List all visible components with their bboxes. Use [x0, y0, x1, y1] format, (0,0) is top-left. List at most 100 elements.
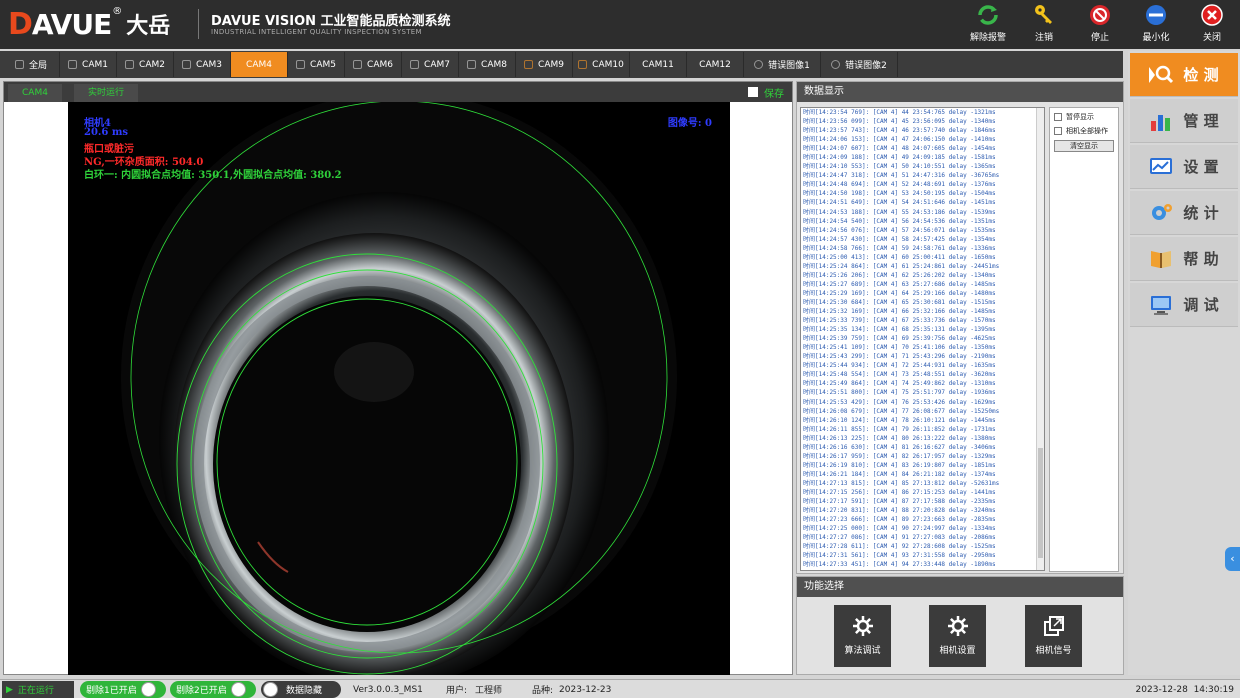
camera-settings-button[interactable]: 相机设置 — [929, 605, 986, 667]
camera-icon — [524, 60, 534, 69]
clear-display-button[interactable]: 清空显示 — [1054, 140, 1114, 152]
camera-icon — [68, 60, 78, 69]
log-line: 时间[14:23:54 769]: [CAM 4] 44 23:54:765 d… — [803, 109, 996, 116]
data-hide-toggle[interactable]: 数据隐藏 — [261, 681, 341, 698]
save-label: 保存 — [764, 88, 784, 100]
all-cameras-checkbox[interactable]: 相机全部操作 — [1050, 126, 1118, 136]
user-label: 用户: — [446, 686, 468, 696]
nav-settings[interactable]: 设 置 — [1130, 145, 1238, 189]
tab-label: CAM1 — [82, 59, 108, 70]
reject1-label: 剔除1已开启 — [86, 686, 137, 696]
nav-debug[interactable]: 调 试 — [1130, 283, 1238, 327]
button-label: 算法调试 — [844, 646, 881, 656]
logout-label: 注销 — [1034, 33, 1053, 43]
tab-label: CAM9 — [538, 59, 564, 70]
nav-label: 帮 助 — [1183, 250, 1219, 268]
logout-button[interactable]: 注销 — [1016, 3, 1072, 47]
log-line: 时间[14:27:20 831]: [CAM 4] 88 27:20:828 d… — [803, 507, 996, 515]
logo-d: D — [8, 6, 33, 42]
nav-label: 统 计 — [1183, 204, 1219, 222]
tab-cam3[interactable]: CAM3 — [174, 52, 231, 77]
app-title: DAVUE VISION 工业智能品质检测系统 — [211, 14, 451, 29]
inspection-image — [121, 102, 677, 675]
log-line: 时间[14:25:24 864]: [CAM 4] 61 25:24:861 d… — [803, 262, 1000, 270]
nav-statistics[interactable]: 统 计 — [1130, 191, 1238, 235]
log-line: 时间[14:24:56 076]: [CAM 4] 57 24:56:071 d… — [803, 226, 996, 234]
tab-cam7[interactable]: CAM7 — [402, 52, 459, 77]
camera-icon — [125, 60, 135, 69]
pause-display-checkbox[interactable]: 暂停显示 — [1050, 112, 1118, 122]
close-button[interactable]: 关闭 — [1184, 3, 1240, 47]
tab-global[interactable]: 全局 — [3, 52, 60, 77]
log-line: 时间[14:25:44 934]: [CAM 4] 72 25:44:931 d… — [803, 362, 996, 370]
external-link-icon — [1043, 615, 1065, 637]
bar-chart-icon — [1149, 109, 1173, 133]
tab-label: CAM4 — [246, 59, 272, 70]
log-line: 时间[14:25:51 800]: [CAM 4] 75 25:51:797 d… — [803, 389, 996, 397]
log-scrollbar[interactable] — [1036, 108, 1044, 570]
log-line: 时间[14:25:27 689]: [CAM 4] 63 25:27:686 d… — [803, 280, 996, 288]
tab-cam12[interactable]: CAM12 — [687, 52, 744, 77]
tab-cam1[interactable]: CAM1 — [60, 52, 117, 77]
tab-cam5[interactable]: CAM5 — [288, 52, 345, 77]
tab-cam10[interactable]: CAM10 — [573, 52, 630, 77]
camera-icon — [296, 60, 306, 69]
product-label: 品种: — [532, 686, 554, 696]
stop-button[interactable]: 停止 — [1072, 3, 1128, 47]
log-line: 时间[14:26:16 630]: [CAM 4] 81 26:16:627 d… — [803, 443, 996, 451]
function-panel: 功能选择 算法调试 相机设置 相机信号 — [796, 576, 1124, 675]
play-icon: ▶ — [6, 684, 13, 695]
collapse-panel-button[interactable]: ‹ — [1225, 547, 1240, 571]
log-line: 时间[14:23:57 743]: [CAM 4] 46 23:57:740 d… — [803, 127, 996, 135]
algorithm-debug-button[interactable]: 算法调试 — [834, 605, 891, 667]
minimize-label: 最小化 — [1142, 33, 1170, 43]
book-icon — [1149, 247, 1173, 271]
nav-help[interactable]: 帮 助 — [1130, 237, 1238, 281]
user-value: 工程师 — [475, 686, 503, 696]
version-text: Ver3.0.0.3_MS1 — [353, 684, 423, 695]
clear-alarm-label: 解除报警 — [969, 33, 1006, 43]
tab-cam8[interactable]: CAM8 — [459, 52, 516, 77]
log-line: 时间[14:26:19 810]: [CAM 4] 83 26:19:807 d… — [803, 461, 996, 469]
clear-alarm-button[interactable]: 解除报警 — [960, 3, 1016, 47]
reject2-label: 剔除2已开启 — [176, 686, 227, 696]
tab-label: CAM11 — [642, 59, 674, 70]
log-line: 时间[14:24:51 649]: [CAM 4] 54 24:51:646 d… — [803, 199, 996, 207]
checkbox-box — [1054, 113, 1062, 121]
tab-cam2[interactable]: CAM2 — [117, 52, 174, 77]
magnifier-icon — [1149, 63, 1174, 87]
log-line: 时间[14:25:48 554]: [CAM 4] 73 25:48:551 d… — [803, 371, 996, 379]
tab-cam6[interactable]: CAM6 — [345, 52, 402, 77]
tab-cam9[interactable]: CAM9 — [516, 52, 573, 77]
log-line: 时间[14:24:57 430]: [CAM 4] 58 24:57:425 d… — [803, 235, 996, 243]
checkbox-label: 相机全部操作 — [1066, 127, 1108, 135]
log-line: 时间[14:25:29 169]: [CAM 4] 64 25:29:166 d… — [803, 289, 996, 297]
tab-cam4[interactable]: CAM4 — [231, 52, 288, 77]
right-navigation: 检 测 管 理 设 置 统 计 帮 助 调 试 — [1128, 51, 1240, 675]
reject1-toggle[interactable]: 剔除1已开启 — [80, 681, 166, 698]
tab-cam11[interactable]: CAM11 — [630, 52, 687, 77]
camera-signal-button[interactable]: 相机信号 — [1025, 605, 1082, 667]
camera-icon — [467, 60, 477, 69]
reject2-toggle[interactable]: 剔除2已开启 — [170, 681, 256, 698]
save-button[interactable]: 保存 — [748, 84, 784, 100]
display-options: 暂停显示 相机全部操作 清空显示 — [1049, 107, 1119, 572]
scrollbar-thumb[interactable] — [1038, 448, 1043, 558]
logo-chinese: 大岳 — [126, 14, 171, 39]
log-line: 时间[14:27:23 666]: [CAM 4] 89 27:23:663 d… — [803, 516, 996, 524]
camera-image[interactable]: 相机4 20.6 ms 瓶口或脏污 NG,一环杂质面积: 504.0 白环一: … — [68, 102, 730, 675]
minimize-button[interactable]: 最小化 — [1128, 3, 1184, 47]
subtab-cam4[interactable]: CAM4 — [8, 84, 62, 102]
camera-icon — [353, 60, 363, 69]
nav-detect[interactable]: 检 测 — [1130, 53, 1238, 97]
log-list[interactable]: 时间[14:23:54 769]: [CAM 4] 44 23:54:765 d… — [800, 107, 1045, 571]
nav-manage[interactable]: 管 理 — [1130, 99, 1238, 143]
tab-error-image-2[interactable]: 错误图像2 — [821, 52, 898, 77]
toggle-knob — [140, 682, 156, 697]
monitor-chart-icon — [1149, 155, 1173, 179]
camera-icon — [410, 60, 420, 69]
subtab-realtime[interactable]: 实时运行 — [74, 84, 139, 102]
user-info: 用户: 工程师 — [446, 681, 502, 698]
log-line: 时间[14:26:11 855]: [CAM 4] 79 26:11:852 d… — [803, 425, 996, 433]
tab-error-image-1[interactable]: 错误图像1 — [744, 52, 821, 77]
